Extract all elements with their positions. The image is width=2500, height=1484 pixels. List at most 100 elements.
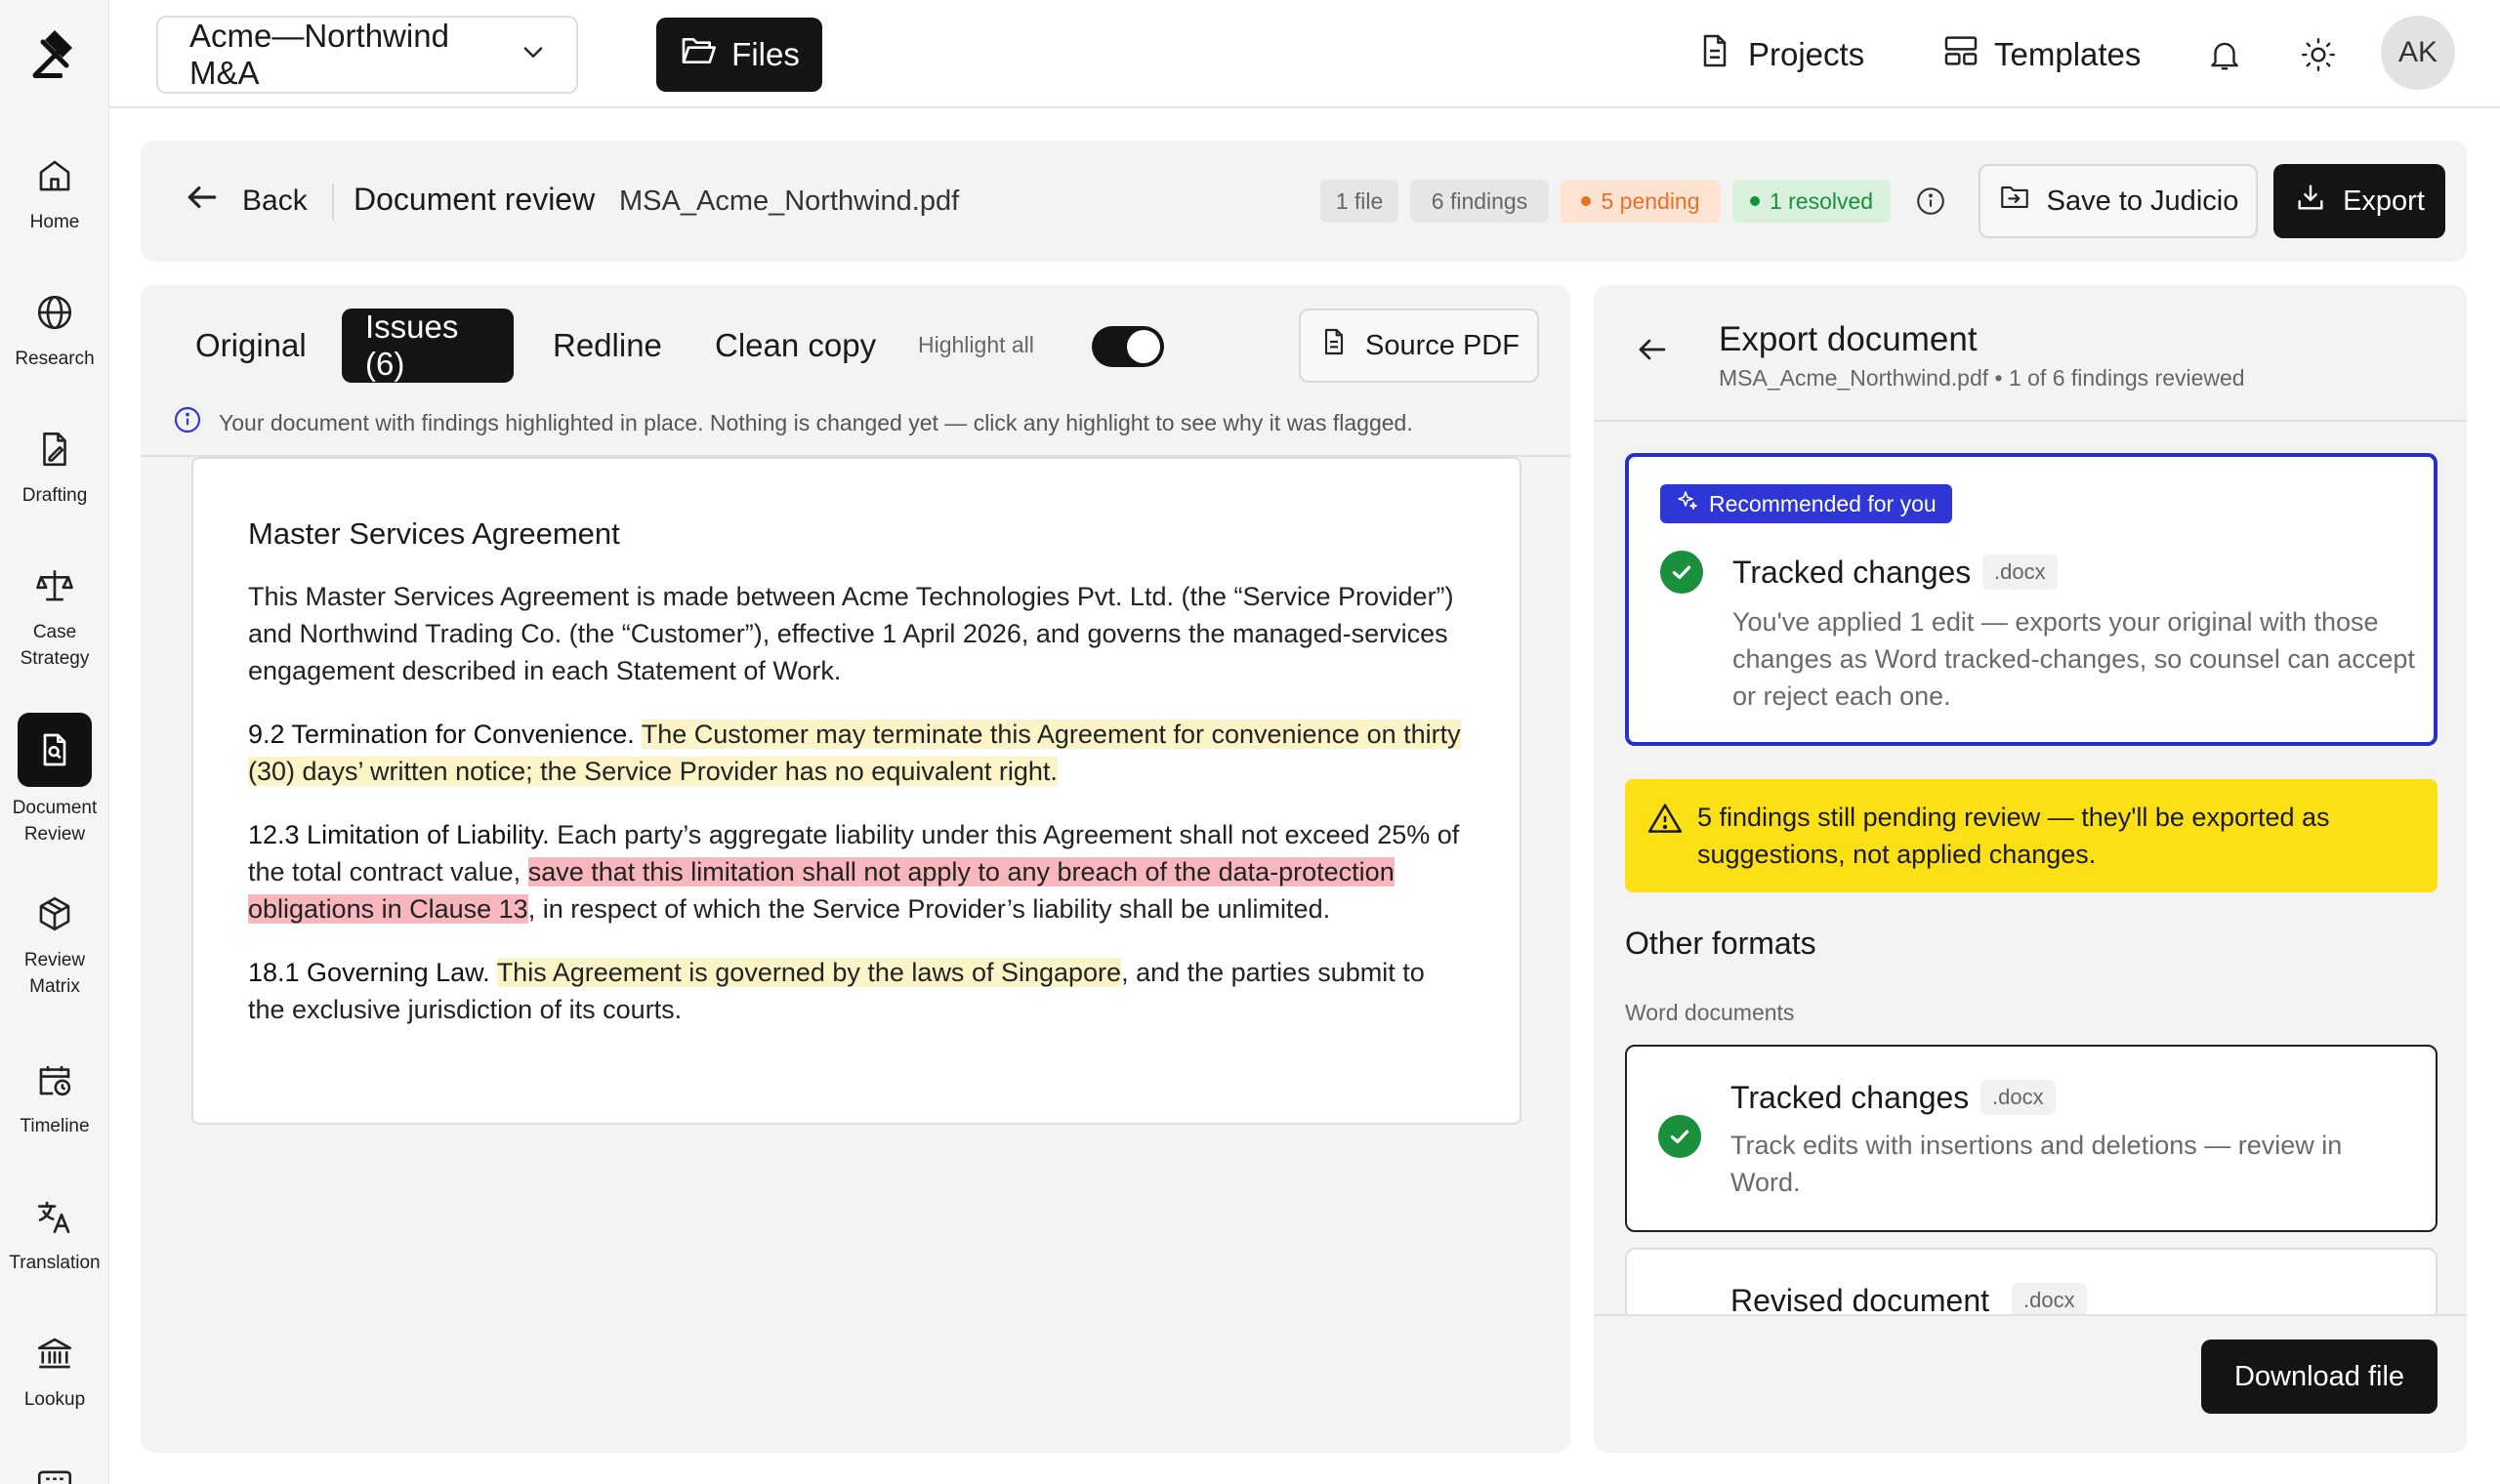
source-pdf-label: Source PDF	[1365, 329, 1520, 361]
export-panel-title: Export document	[1719, 320, 1978, 358]
sidebar-item-drafting[interactable]: Drafting	[0, 426, 109, 509]
review-header: Back Document review MSA_Acme_Northwind.…	[141, 141, 2467, 262]
pending-warning-text: 5 findings still pending review — they'l…	[1697, 803, 2330, 869]
document-search-icon	[18, 713, 92, 787]
sidebar-item-label: Case Strategy	[20, 622, 90, 669]
home-icon	[31, 152, 78, 199]
resolved-dot-icon	[1749, 196, 1760, 206]
sidebar-item-document-review[interactable]: Document Review	[0, 713, 109, 847]
document-icon	[1695, 31, 1734, 78]
arrow-left-icon[interactable]	[1635, 332, 1670, 372]
info-message-text: Your document with findings highlighted …	[219, 409, 1413, 435]
app-logo-icon[interactable]	[0, 0, 109, 107]
finding-highlight[interactable]: This Agreement is governed by the laws o…	[496, 958, 1122, 987]
tab-clean-copy[interactable]: Clean copy	[691, 309, 899, 383]
check-circle-icon	[1660, 551, 1703, 594]
clause-text: , in respect of which the Service Provid…	[527, 894, 1331, 924]
recommended-format-card[interactable]: Recommended for you Tracked changes .doc…	[1625, 453, 2438, 746]
file-extension-tag: .docx	[1982, 555, 2058, 590]
download-file-button[interactable]: Download file	[2201, 1340, 2438, 1414]
templates-link-label: Templates	[1994, 36, 2142, 72]
sidebar-item-label: Drafting	[21, 485, 88, 506]
clause-9-2: 9.2 Termination for Convenience. The Cus…	[248, 716, 1465, 790]
sparkles-icon	[1676, 489, 1699, 518]
other-formats-heading: Other formats	[1625, 926, 1816, 961]
pending-badge: 5 pending	[1561, 180, 1721, 223]
format-description: You've applied 1 edit — exports your ori…	[1732, 607, 2415, 711]
source-pdf-button[interactable]: Source PDF	[1299, 309, 1539, 383]
document-panel: Original Issues (6) Redline Clean copy H…	[141, 285, 1570, 1453]
files-count-badge: 1 file	[1320, 180, 1398, 223]
drafting-icon	[31, 426, 78, 473]
sidebar-item-translation[interactable]: Translation	[0, 1193, 109, 1276]
recommended-badge-label: Recommended for you	[1709, 490, 1937, 516]
highlight-all-toggle[interactable]	[1092, 326, 1164, 367]
download-icon	[2294, 181, 2327, 222]
document-title: Master Services Agreement	[248, 516, 620, 551]
findings-count-text: 6 findings	[1431, 187, 1528, 214]
back-button[interactable]: Back	[184, 172, 308, 230]
check-circle-icon	[1658, 1115, 1701, 1158]
top-bar: Acme—Northwind M&A Files Projects Templa…	[109, 0, 2500, 108]
resolved-count-text: 1 resolved	[1769, 187, 1874, 214]
sidebar-item-label: Home	[29, 212, 80, 232]
sidebar-item-lookup[interactable]: Lookup	[0, 1330, 109, 1413]
clause-heading: 18.1 Governing Law.	[248, 958, 490, 987]
project-select[interactable]: Acme—Northwind M&A	[156, 16, 578, 94]
divider	[332, 184, 334, 221]
tab-original[interactable]: Original	[172, 309, 330, 383]
info-message: Your document with findings highlighted …	[172, 404, 1413, 441]
projects-link-label: Projects	[1748, 36, 1865, 72]
sidebar-item-more[interactable]	[0, 1461, 109, 1484]
scales-icon	[31, 562, 78, 609]
projects-link[interactable]: Projects	[1695, 25, 1864, 84]
sidebar-item-review-matrix[interactable]: Review Matrix	[0, 890, 109, 1000]
save-to-judicio-button[interactable]: Save to Judicio	[1979, 164, 2258, 238]
file-extension-tag: .docx	[1980, 1080, 2056, 1115]
tab-redline[interactable]: Redline	[529, 309, 686, 383]
pending-warning: 5 findings still pending review — they'l…	[1625, 779, 2438, 892]
sidebar-item-timeline[interactable]: Timeline	[0, 1056, 109, 1139]
avatar[interactable]: AK	[2381, 16, 2455, 90]
format-option-tracked-changes[interactable]: Tracked changes .docx Track edits with i…	[1625, 1045, 2438, 1232]
files-count-text: 1 file	[1335, 187, 1384, 214]
bank-icon	[31, 1330, 78, 1377]
page-title: Document review	[354, 182, 596, 217]
format-description: Track edits with insertions and deletion…	[1730, 1131, 2343, 1197]
file-extension-tag: .docx	[2012, 1283, 2087, 1318]
findings-count-badge: 6 findings	[1410, 180, 1549, 223]
info-icon[interactable]	[1914, 185, 1947, 223]
globe-icon	[31, 289, 78, 336]
translate-icon	[31, 1193, 78, 1240]
save-button-label: Save to Judicio	[2046, 185, 2239, 217]
project-select-value: Acme—Northwind M&A	[189, 18, 449, 91]
sidebar-item-research[interactable]: Research	[0, 289, 109, 372]
sidebar-item-case-strategy[interactable]: Case Strategy	[0, 562, 109, 672]
tab-issues[interactable]: Issues (6)	[342, 309, 514, 383]
back-button-label: Back	[242, 185, 308, 217]
file-text-icon	[1318, 326, 1350, 365]
chevron-down-icon	[520, 36, 547, 73]
format-title: Tracked changes	[1730, 1080, 1970, 1115]
sidebar-item-home[interactable]: Home	[0, 152, 109, 235]
sidebar-item-label: Research	[15, 349, 95, 369]
sidebar-item-label: Document Review	[12, 798, 98, 845]
export-button-label: Export	[2343, 185, 2425, 217]
export-button[interactable]: Export	[2273, 164, 2445, 238]
pending-count-text: 5 pending	[1601, 187, 1700, 214]
templates-link[interactable]: Templates	[1941, 25, 2141, 84]
files-button-label: Files	[731, 36, 800, 72]
folder-open-icon	[679, 31, 718, 78]
export-panel-footer: Download file	[1594, 1314, 2467, 1453]
bell-icon[interactable]	[2199, 29, 2250, 80]
layout-template-icon	[1941, 31, 1980, 78]
sun-icon[interactable]	[2293, 29, 2344, 80]
info-icon	[172, 404, 203, 441]
sidebar-item-label: Lookup	[23, 1389, 86, 1410]
format-title: Tracked changes	[1732, 555, 1972, 590]
folder-import-icon	[1998, 181, 2031, 222]
files-button[interactable]: Files	[656, 18, 822, 92]
sidebar-item-label: Timeline	[20, 1116, 90, 1136]
document-intro: This Master Services Agreement is made b…	[248, 582, 1454, 685]
document-viewer: Master Services Agreement This Master Se…	[191, 457, 1521, 1125]
